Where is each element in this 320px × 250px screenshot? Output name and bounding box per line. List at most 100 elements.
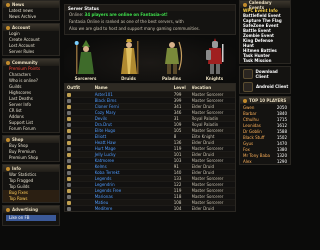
player-vocation: Elder Druid — [191, 140, 214, 145]
top-player-value: 1840 — [276, 110, 287, 116]
top-player-row[interactable]: Fox 1380 — [240, 146, 290, 152]
guild-outfit-icon — [65, 116, 93, 121]
top-player-row[interactable]: Gyus 1470 — [240, 140, 290, 146]
server-status-box: Server Status Online: 34 players are onl… — [64, 4, 236, 35]
table-row: Katmoree 103 Master Sorcerer — [65, 157, 235, 163]
player-level: 118 — [173, 194, 182, 199]
player-name-link[interactable]: Katmoree — [93, 158, 172, 163]
right-sidebar: Calendary Events WPC Event Info Battlefie… — [239, 0, 291, 250]
player-name-link[interactable]: Devils — [93, 116, 172, 121]
guild-outfit-icon — [65, 140, 93, 145]
player-level: 108 — [173, 200, 182, 205]
menu-forum[interactable]: Forum Forum — [3, 126, 59, 132]
menu-premium-shop[interactable]: Premium Shop — [3, 155, 59, 161]
player-level: 399 — [173, 98, 182, 103]
top-player-value: 1290 — [276, 158, 287, 164]
player-vocation: Elite Knight — [191, 134, 215, 139]
player-level: 8 — [173, 134, 177, 139]
player-level: 346 — [173, 110, 182, 115]
table-row: Devils 31 Royal Paladin — [65, 115, 235, 121]
player-name-link[interactable]: Elliott — [93, 134, 172, 139]
guild-outfit-icon — [65, 110, 93, 115]
top-player-row[interactable]: Alex 1290 — [240, 158, 290, 164]
top-player-row[interactable]: Leonidas 1612 — [240, 122, 290, 128]
player-name-link[interactable]: Dra.Drut — [93, 122, 172, 127]
guild-outfit-icon — [65, 176, 93, 181]
player-name-link[interactable]: Jelly Lucky — [93, 152, 172, 157]
player-name-link[interactable]: Legends Free — [93, 188, 172, 193]
vocation-knight[interactable]: Knights — [197, 38, 233, 81]
player-name-link[interactable]: Kelms — [93, 164, 172, 169]
top-players-list: Gwen 2050 Barbar 1840 Cthulhu 1715 Leonidas 161… — [240, 104, 290, 164]
table-row: Dra.Drut 109 Royal Paladin — [65, 121, 235, 127]
top-player-row[interactable]: Mr Tony Baba 1320 — [240, 152, 290, 158]
player-name-link[interactable]: Koba Terrekt — [93, 170, 172, 175]
player-name-link[interactable]: Legendrin — [93, 182, 172, 187]
player-level: 109 — [173, 122, 182, 127]
vocation-showcase: Sorcerers Druids Paladins Knights — [64, 36, 236, 81]
player-name-link[interactable]: Heatt Haw — [93, 140, 172, 145]
vocation-paladin[interactable]: Paladins — [154, 38, 190, 81]
server-status-desc2: Also we are glad to host and support man… — [69, 26, 200, 31]
top-player-row[interactable]: Gwen 2050 — [240, 104, 290, 110]
news-icon — [6, 2, 10, 7]
vocation-sorcerer[interactable]: Sorcerers — [68, 38, 104, 81]
player-vocation: Royal Paladin — [191, 122, 219, 127]
download-icon — [243, 68, 253, 79]
table-row: Heatt Haw 136 Elder Druid — [65, 139, 235, 145]
vocation-druid[interactable]: Druids — [111, 38, 147, 81]
top-player-row[interactable]: Dr Goblin 1588 — [240, 128, 290, 134]
player-name-link[interactable]: Black Elms — [93, 98, 172, 103]
top-player-name: Cthulhu — [243, 116, 259, 122]
table-row: Cozy Mary 346 Master Sorcerer — [65, 109, 235, 115]
player-vocation: Elder Druid — [191, 152, 214, 157]
download-client-button[interactable]: Download Client — [240, 67, 290, 80]
paladin-figure — [164, 41, 182, 74]
player-vocation: Master Sorcerer — [191, 98, 224, 103]
player-name-link[interactable]: Meditere — [93, 206, 172, 211]
top-player-row[interactable]: Cthulhu 1715 — [240, 116, 290, 122]
top-players-title: TOP 10 PLAYERS — [240, 97, 290, 104]
player-level: 140 — [173, 170, 182, 175]
player-name-link[interactable]: Aster101 — [93, 92, 172, 97]
player-level: 105 — [173, 128, 182, 133]
player-name-link[interactable]: Elite Hugo — [93, 128, 172, 133]
player-name-link[interactable]: Hurt Mage — [93, 146, 172, 151]
player-name-link[interactable]: Cozy Mary — [93, 110, 172, 115]
player-level: 101 — [173, 152, 182, 157]
events-box: Calendary Events WPC Event Info Battlefie… — [239, 0, 291, 64]
player-vocation: Elder Druid — [191, 104, 214, 109]
facebook-like-button[interactable]: Like on FB — [6, 215, 56, 221]
android-client-button[interactable]: Android Client — [240, 80, 290, 93]
guild-outfit-icon — [65, 182, 93, 187]
player-name-link[interactable]: Legends — [93, 176, 172, 181]
event-item[interactable]: Task Mission — [240, 58, 290, 63]
player-level: 119 — [173, 146, 182, 151]
left-sidebar: News Latest news News Archive Account Lo… — [2, 0, 60, 250]
menu-news-archive[interactable]: News Archive — [3, 14, 59, 20]
player-vocation: Master Sorcerer — [191, 158, 224, 163]
top-player-name: Mr Tony Baba — [243, 152, 270, 158]
community-menu: Community Premium Points Characters Who … — [2, 58, 60, 133]
advert-icon — [6, 207, 10, 212]
guild-outfit-icon — [65, 122, 93, 127]
top-player-row[interactable]: Black Stuff 1502 — [240, 134, 290, 140]
guild-outfit-icon — [65, 146, 93, 151]
player-name-link[interactable]: Matieu — [93, 200, 172, 205]
info-menu-title: Info — [3, 165, 59, 172]
player-vocation: Elder Druid — [191, 164, 214, 169]
table-row: Hurt Mage 119 Master Sorcerer — [65, 145, 235, 151]
top-player-row[interactable]: Barbar 1840 — [240, 110, 290, 116]
player-vocation: Master Sorcerer — [191, 194, 224, 199]
player-level: 103 — [173, 158, 182, 163]
player-name-link[interactable]: Marionas — [93, 194, 172, 199]
advertising-box: Advertising Like on FB — [2, 205, 60, 226]
top-player-value: 1470 — [276, 140, 287, 146]
player-name-link[interactable]: Cloner Ferni — [93, 104, 172, 109]
player-vocation: Master Sorcerer — [191, 176, 224, 181]
player-vocation: Master Sorcerer — [191, 92, 224, 97]
menu-server-rules[interactable]: Server Rules — [3, 49, 59, 55]
table-row: Meditere 104 Elder Druid — [65, 205, 235, 211]
menu-top-rows[interactable]: Top Rows — [3, 196, 59, 202]
player-vocation: Master Sorcerer — [191, 128, 224, 133]
